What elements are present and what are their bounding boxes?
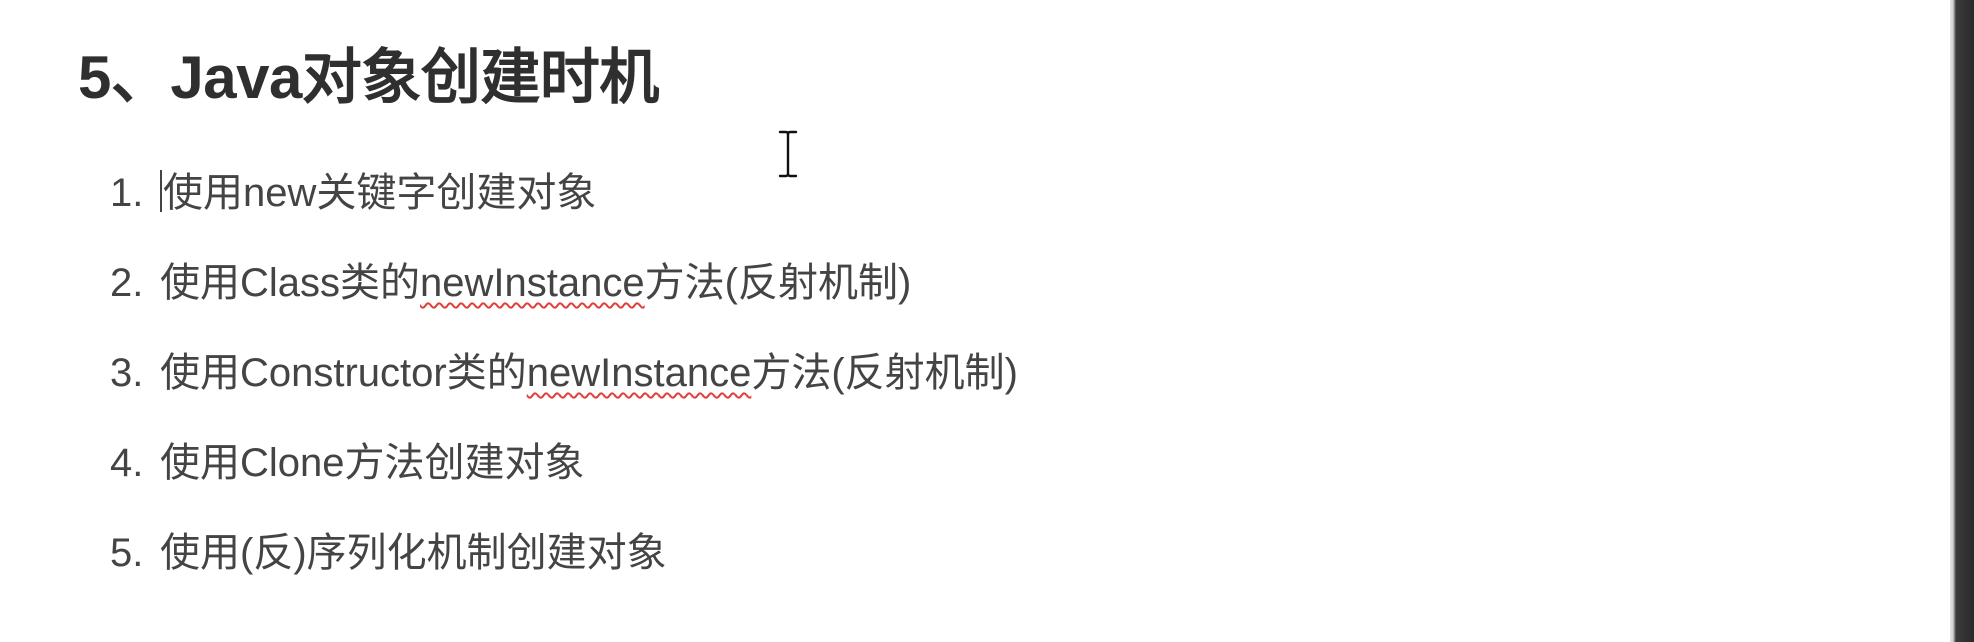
list-item[interactable]: 5. 使用(反)序列化机制创建对象 (110, 530, 1018, 576)
list-item-segment: 方法(反射机制) (751, 351, 1018, 395)
list-item-number: 5. (110, 531, 144, 575)
text-ibeam-cursor-icon (777, 130, 799, 178)
list-item-text[interactable]: 使用Class类的newInstance方法(反射机制) (160, 260, 911, 306)
list-item[interactable]: 3. 使用Constructor类的newInstance方法(反射机制) (110, 350, 1018, 396)
list-item-segment: 使用(反)序列化机制创建对象 (160, 531, 667, 575)
list-item-text[interactable]: 使用Constructor类的newInstance方法(反射机制) (160, 350, 1018, 396)
list-item-text[interactable]: 使用(反)序列化机制创建对象 (160, 530, 667, 576)
document-page[interactable]: 5、Java对象创建时机 1. 使用new关键字创建对象 2. 使用Class类… (0, 0, 1950, 642)
list-item-segment: 方法(反射机制) (644, 261, 912, 305)
page-title: 5、Java对象创建时机 (78, 44, 659, 111)
list-item-text[interactable]: 使用new关键字创建对象 (160, 170, 596, 216)
misspelled-word[interactable]: newInstance (527, 351, 752, 395)
misspelled-word[interactable]: newInstance (420, 261, 645, 305)
list-item-segment: 使用new关键字创建对象 (163, 171, 597, 215)
window-edge (1950, 0, 1974, 642)
list-item-segment: 使用Constructor类的 (160, 351, 527, 395)
list-item-number: 2. (110, 261, 144, 305)
list-item[interactable]: 1. 使用new关键字创建对象 (110, 170, 1018, 216)
list-item-number: 3. (110, 351, 144, 395)
creation-methods-list: 1. 使用new关键字创建对象 2. 使用Class类的newInstance方… (110, 170, 1018, 620)
text-caret (160, 170, 162, 212)
list-item-number: 4. (110, 441, 144, 485)
list-item[interactable]: 2. 使用Class类的newInstance方法(反射机制) (110, 260, 1018, 306)
list-item-segment: 使用Clone方法创建对象 (160, 441, 585, 485)
list-item-number: 1. (110, 171, 144, 215)
list-item-segment: 使用Class类的 (160, 261, 421, 305)
list-item[interactable]: 4. 使用Clone方法创建对象 (110, 440, 1018, 486)
list-item-text[interactable]: 使用Clone方法创建对象 (160, 440, 585, 486)
